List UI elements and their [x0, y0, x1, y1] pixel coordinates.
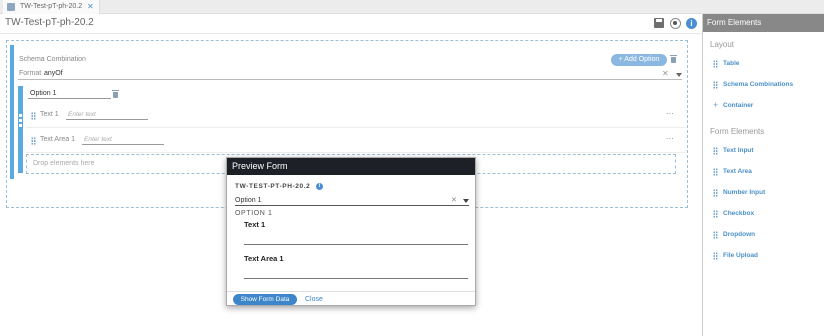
info-icon[interactable]: i — [316, 183, 323, 190]
drag-grip-icon[interactable] — [31, 112, 36, 120]
plus-icon: + — [713, 100, 719, 110]
chevron-down-icon[interactable] — [463, 199, 469, 203]
info-icon[interactable]: i — [686, 18, 697, 29]
form-elements-heading: Form Elements — [710, 127, 765, 136]
drag-grip-icon — [713, 189, 718, 197]
drag-grip-icon — [713, 60, 718, 68]
format-value: anyOf — [44, 70, 63, 77]
form-title: TW-TEST-PT-PH-20.2 — [235, 183, 311, 190]
tab-form[interactable]: TW-Test-pT-ph-20.2 ✕ — [3, 0, 100, 14]
preview-form-dialog: Preview Form TW-TEST-PT-PH-20.2 i Option… — [226, 157, 476, 306]
delete-option-icon[interactable] — [112, 90, 119, 98]
sidebar-item-label: Schema Combinations — [723, 81, 794, 88]
show-form-data-button[interactable]: Show Form Data — [233, 294, 297, 305]
text-1-label: Text 1 — [244, 220, 266, 229]
text-area-1-label: Text Area 1 — [244, 254, 284, 263]
sidebar-item-label: Text Area — [723, 168, 752, 175]
option-drag-handle[interactable] — [18, 86, 23, 173]
field-label: Text Area 1 — [40, 136, 76, 143]
sidebar-item-label: Checkbox — [723, 210, 755, 217]
format-label: Format — [19, 70, 42, 77]
more-options-icon[interactable]: ... — [666, 107, 674, 116]
delete-combination-icon[interactable] — [670, 55, 677, 63]
layout-heading: Layout — [710, 40, 735, 49]
clear-icon[interactable]: ✕ — [451, 195, 457, 206]
sidebar-item-label: Number Input — [723, 189, 766, 196]
clear-icon[interactable]: ✕ — [662, 69, 669, 78]
sidebar-item-label: Dropdown — [723, 231, 756, 238]
text-area-1-input[interactable]: Enter text — [82, 134, 164, 145]
drag-grip-icon[interactable] — [31, 137, 36, 145]
add-option-button[interactable]: + Add Option — [611, 54, 667, 66]
schema-combination-label: Schema Combination — [19, 56, 86, 63]
selected-option: Option 1 — [235, 197, 262, 204]
sidebar-item-label: Table — [723, 60, 740, 67]
option-select[interactable]: Option 1 ✕ — [235, 195, 469, 206]
sidebar-item-label: Container — [723, 102, 754, 109]
tab-bar: TW-Test-pT-ph-20.2 ✕ — [0, 0, 824, 14]
save-icon[interactable] — [654, 18, 664, 28]
sidebar-item-label: File Upload — [723, 252, 759, 259]
field-label: Text 1 — [40, 111, 59, 118]
text-1-input[interactable]: Enter text — [66, 109, 148, 120]
drag-grip-icon — [713, 210, 718, 218]
text-area-1-input[interactable] — [244, 278, 468, 279]
close-icon[interactable]: ✕ — [87, 0, 94, 14]
sidebar-item-label: Text Input — [723, 147, 754, 154]
field-row-text-area-1[interactable]: Text Area 1 Enter text ... — [26, 131, 686, 153]
sidebar-title: Form Elements — [703, 14, 824, 32]
schema-combination-drag-handle[interactable] — [10, 45, 14, 179]
option-heading: OPTION 1 — [235, 210, 273, 217]
drag-grip-icon — [713, 231, 718, 239]
format-select[interactable]: Format anyOf ✕ — [18, 69, 682, 80]
drag-grip-icon — [713, 81, 718, 89]
dialog-title: Preview Form — [227, 158, 475, 175]
text-1-input[interactable] — [244, 244, 468, 245]
close-button[interactable]: Close — [305, 294, 323, 305]
preview-eye-icon[interactable] — [670, 18, 681, 29]
field-row-text-1[interactable]: Text 1 Enter text ... — [26, 106, 686, 128]
drag-grip-icon — [713, 252, 718, 260]
form-elements-sidebar: Form Elements Layout Table Schema Combin… — [702, 14, 824, 336]
more-options-icon[interactable]: ... — [666, 132, 674, 141]
drag-grip-icon — [713, 168, 718, 176]
title-bar: TW-Test-pT-ph-20.2 i — [0, 14, 702, 34]
dialog-footer-divider — [227, 291, 475, 292]
chevron-down-icon[interactable] — [676, 73, 682, 77]
tab-label: TW-Test-pT-ph-20.2 — [20, 3, 83, 10]
page-title: TW-Test-pT-ph-20.2 — [5, 17, 94, 28]
option-name-input[interactable]: Option 1 — [28, 88, 111, 99]
form-icon — [7, 3, 15, 11]
drag-grip-icon — [713, 147, 718, 155]
